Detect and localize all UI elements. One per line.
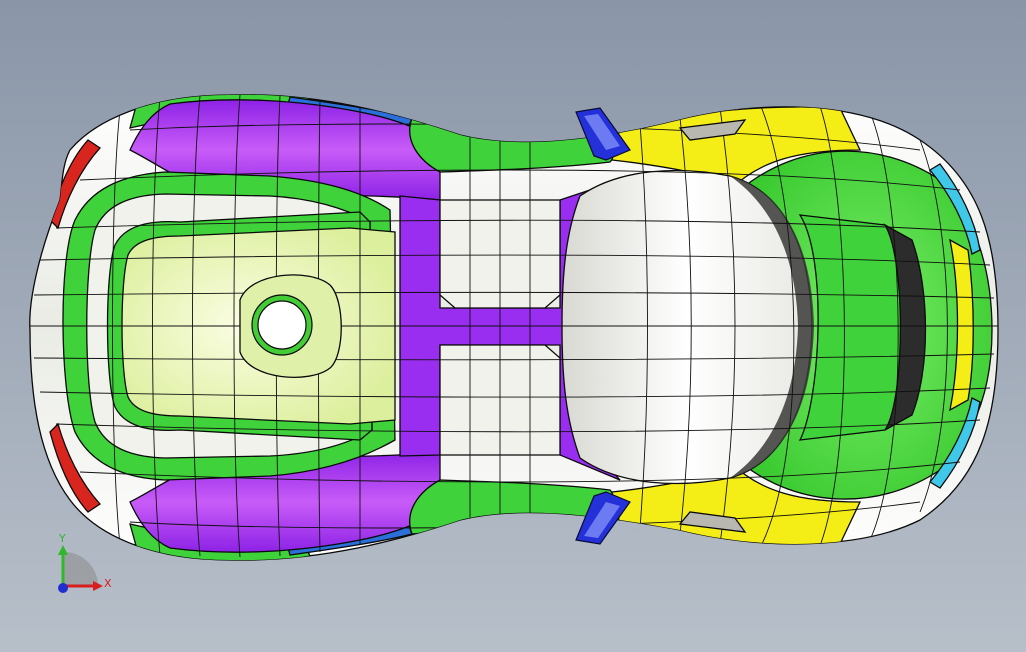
coordinate-triad: Y X bbox=[58, 532, 112, 593]
z-axis-icon bbox=[58, 583, 68, 593]
x-axis-label: X bbox=[104, 577, 112, 590]
car-body[interactable] bbox=[29, 87, 999, 564]
graphics-viewport[interactable]: Y X bbox=[0, 0, 1026, 652]
engine-cover-oval bbox=[239, 274, 342, 378]
y-axis-label: Y bbox=[58, 532, 66, 545]
model-view[interactable]: Y X bbox=[0, 0, 1026, 652]
